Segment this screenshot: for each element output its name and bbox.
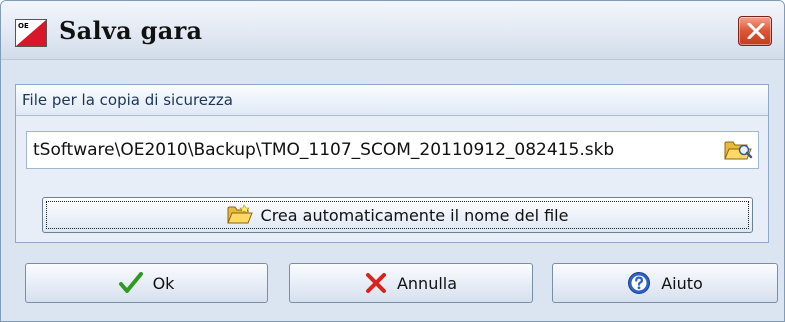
close-button[interactable]	[738, 16, 772, 46]
oe-logo-icon: OE	[15, 19, 47, 47]
backup-path-field[interactable]: tSoftware\OE2010\Backup\TMO_1107_SCOM_20…	[26, 131, 759, 169]
window-title: Salva gara	[59, 16, 203, 45]
auto-filename-content: Crea automaticamente il nome del file	[43, 198, 752, 232]
title-bar[interactable]: OE Salva gara	[1, 1, 784, 60]
auto-filename-button[interactable]: Crea automaticamente il nome del file	[42, 197, 753, 233]
folder-open-icon[interactable]	[723, 138, 753, 162]
ok-label: Ok	[152, 273, 175, 293]
backup-path-value: tSoftware\OE2010\Backup\TMO_1107_SCOM_20…	[33, 140, 615, 160]
cancel-button[interactable]: Annulla	[289, 263, 533, 303]
checkmark-icon	[118, 272, 143, 294]
ok-button[interactable]: Ok	[25, 263, 268, 303]
cross-icon	[365, 272, 387, 294]
help-button[interactable]: Aiuto	[552, 263, 778, 303]
help-icon	[627, 271, 651, 295]
help-label: Aiuto	[661, 273, 703, 293]
cancel-label: Annulla	[396, 273, 458, 293]
svg-text:OE: OE	[18, 22, 29, 30]
auto-filename-label: Crea automaticamente il nome del file	[260, 205, 569, 225]
backup-file-panel: File per la copia di sicurezza tSoftware…	[15, 84, 769, 243]
save-race-dialog: OE Salva gara File per la copia di sicur…	[0, 0, 785, 322]
panel-header: File per la copia di sicurezza	[16, 85, 768, 116]
panel-title: File per la copia di sicurezza	[22, 91, 233, 109]
folder-icon	[226, 204, 253, 226]
